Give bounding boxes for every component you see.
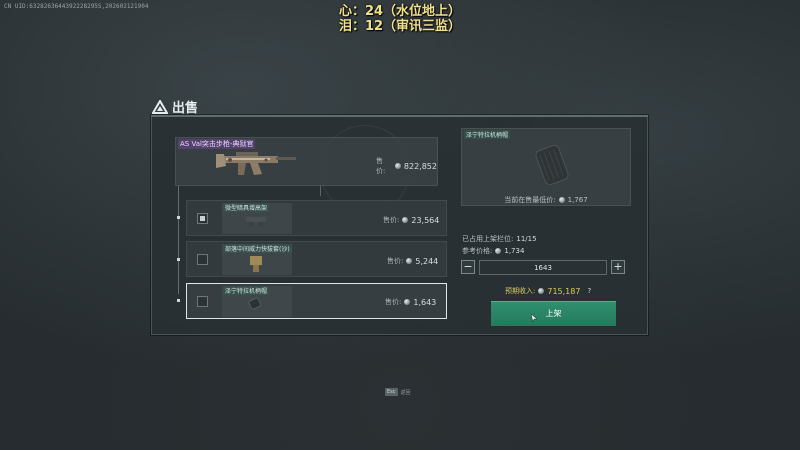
attachment-card: 部落中间威力快拔套(沙) <box>222 244 292 275</box>
reference-price-label: 参考价格: <box>462 247 493 255</box>
tree-node <box>177 258 180 261</box>
cursor-icon <box>531 314 537 322</box>
main-item-price: 售价: 822,852 <box>376 156 437 176</box>
attachment-name: 泽宁特拉机柄帽 <box>223 286 270 295</box>
attachment-checkbox[interactable] <box>197 296 208 307</box>
price-value: 1,643 <box>413 297 437 307</box>
mag-pouch-icon <box>250 256 262 272</box>
coin-icon <box>558 197 565 203</box>
attachment-card: 泽宁特拉机柄帽 <box>222 286 292 317</box>
attachment-checkbox[interactable] <box>197 213 208 224</box>
price-value: 23,564 <box>411 215 440 225</box>
slots-row: 已占用上架栏位: 11/15 <box>462 234 537 244</box>
grip-cap-icon <box>535 144 569 186</box>
assault-rifle-icon <box>216 152 296 175</box>
tree-node <box>177 216 180 219</box>
attachment-name: 微型暗具增高架 <box>223 203 270 212</box>
quantity-input[interactable]: 1643 <box>479 259 607 275</box>
coin-icon <box>406 258 413 264</box>
price-value: 822,852 <box>403 161 437 171</box>
grip-cap-icon <box>248 297 262 310</box>
income-label: 预期收入: <box>505 287 536 295</box>
price-label: 售价: <box>383 216 400 224</box>
attachment-row-selected[interactable]: 泽宁特拉机柄帽 售价: 1,643 <box>186 283 447 319</box>
tree-connector <box>320 186 321 196</box>
lowest-price-label: 当前在售最低价: <box>504 196 556 204</box>
coin-icon <box>395 163 401 169</box>
dialog-top-border <box>151 115 648 117</box>
mount-icon <box>246 217 266 226</box>
increase-button[interactable]: + <box>611 260 625 274</box>
detail-item-name: 泽宁特拉机柄帽 <box>464 130 511 139</box>
back-hint[interactable]: Esc 返回 <box>385 388 411 396</box>
triangle-logo-icon <box>152 99 168 114</box>
reference-price-value: 1,734 <box>504 247 525 255</box>
coin-icon <box>402 217 409 223</box>
tree-node <box>177 299 180 302</box>
slots-label: 已占用上架栏位: <box>462 235 514 243</box>
tree-connector <box>178 186 179 294</box>
esc-key: Esc <box>385 388 398 396</box>
slots-value: 11/15 <box>516 235 537 243</box>
quantity-stepper: − 1643 + <box>461 259 631 275</box>
coin-icon <box>404 299 411 305</box>
attachment-card: 微型暗具增高架 <box>222 203 292 234</box>
decrease-button[interactable]: − <box>461 260 475 274</box>
back-label: 返回 <box>400 389 411 396</box>
price-label: 售价: <box>385 298 402 306</box>
attachment-name: 部落中间威力快拔套(沙) <box>223 244 292 253</box>
expected-income-row: 预期收入: 715,187 ? <box>505 286 591 296</box>
dialog-header: 出售 <box>152 97 198 116</box>
coin-icon <box>495 248 502 254</box>
price-label: 售价: <box>387 257 404 265</box>
lowest-price-value: 1,767 <box>567 196 588 204</box>
attachment-price: 售价: 1,643 <box>385 297 436 307</box>
overlay-line-2: 泪：12（审讯三监） <box>338 19 462 34</box>
coin-icon <box>538 288 545 294</box>
lowest-price-row: 当前在售最低价: 1,767 <box>461 195 631 205</box>
reference-price-row: 参考价格: 1,734 <box>462 246 524 256</box>
income-value: 715,187 <box>547 286 581 296</box>
list-for-sale-button[interactable]: 上架 <box>491 301 616 326</box>
help-icon[interactable]: ? <box>587 287 591 295</box>
main-item-card[interactable]: AS Val突击步枪-典狱官 售价: 822,852 <box>175 137 438 186</box>
price-label: 售价: <box>376 157 386 175</box>
price-value: 5,244 <box>415 256 439 266</box>
attachment-checkbox[interactable] <box>197 254 208 265</box>
attachment-price: 售价: 23,564 <box>383 215 439 225</box>
attachment-row[interactable]: 微型暗具增高架 售价: 23,564 <box>186 200 447 236</box>
attachment-row[interactable]: 部落中间威力快拔套(沙) 售价: 5,244 <box>186 241 447 277</box>
attachment-price: 售价: 5,244 <box>387 256 438 266</box>
dialog-title: 出售 <box>172 101 199 116</box>
